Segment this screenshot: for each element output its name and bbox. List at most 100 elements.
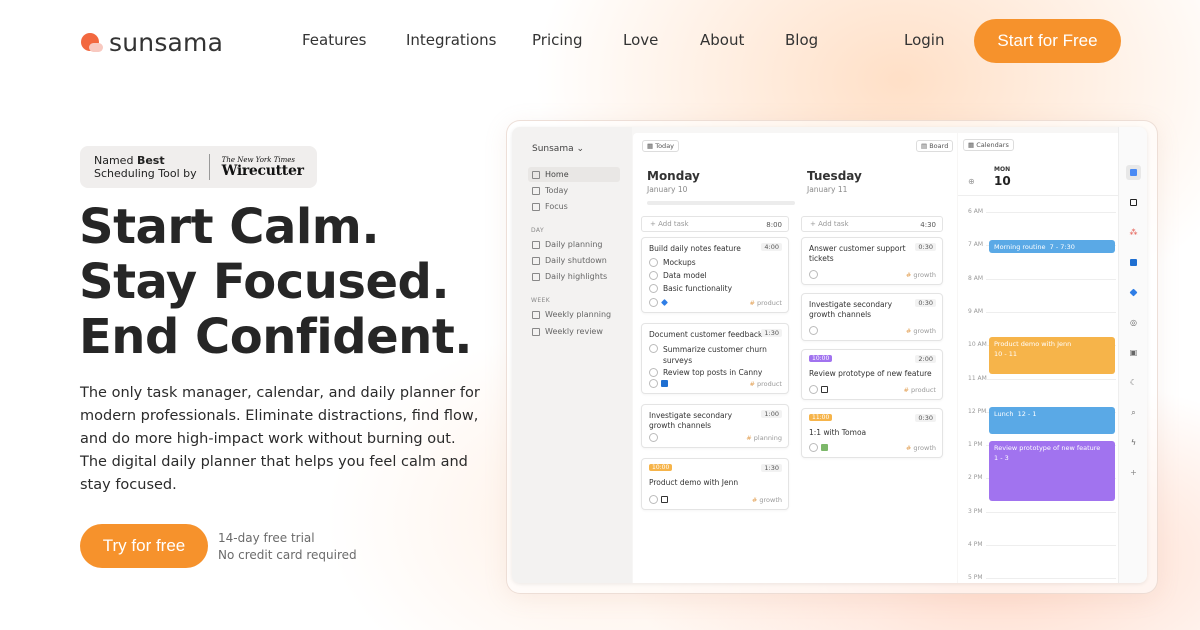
moon-icon: ☾ — [1129, 378, 1138, 387]
task-tag: # planning — [746, 434, 782, 442]
badge-line2: Scheduling Tool by — [94, 167, 197, 180]
today-chip: ▦ Today — [642, 140, 680, 152]
home-icon — [532, 170, 540, 179]
task-card: 10:00 Review prototype of new feature 2:… — [801, 349, 943, 400]
task-time: 1:30 — [761, 329, 782, 337]
board-chip: ▤ Board — [916, 140, 954, 152]
event-title: Lunch — [994, 410, 1014, 418]
task-footer — [649, 495, 668, 504]
calendar-day-label: MON — [994, 166, 1011, 173]
hero-headline: Start Calm. Stay Focused. End Confident. — [79, 200, 473, 365]
badge-divider — [208, 154, 210, 180]
task-tag: # product — [903, 386, 936, 394]
sidebar-item-daily-shutdown: Daily shutdown — [528, 253, 620, 268]
notion-icon — [1128, 197, 1139, 208]
subtask: Mockups — [649, 258, 696, 267]
notion-icon — [661, 496, 668, 503]
jira-icon — [1128, 287, 1139, 298]
check-icon — [649, 379, 658, 388]
monday-heading: Monday — [647, 169, 700, 183]
zoom-icon: ⊕ — [968, 177, 975, 186]
task-tag-label: product — [756, 380, 782, 388]
calendar-panel: ▦ Calendars MON 10 ⊕ 6 AM 7 AM 8 AM 9 AM 10 … — [958, 133, 1118, 583]
check-icon — [809, 326, 818, 335]
tuesday-heading: Tuesday — [807, 169, 862, 183]
nav-blog[interactable]: Blog — [785, 31, 818, 49]
calendar-header-divider — [958, 195, 1118, 196]
monitor-icon — [532, 202, 540, 211]
task-card: Investigate secondary growth channels 1:… — [641, 404, 789, 448]
sidebar-item-today: Today — [528, 183, 620, 198]
sidebar-item-label: Weekly review — [545, 327, 603, 336]
nav-love[interactable]: Love — [623, 31, 658, 49]
check-icon — [809, 385, 818, 394]
task-card: 10:00 Product demo with Jenn 1:30 # grow… — [641, 458, 789, 510]
workspace-label: Sunsama — [532, 144, 574, 154]
task-footer — [809, 326, 818, 335]
task-card: Investigate secondary growth channels 0:… — [801, 293, 943, 341]
login-link[interactable]: Login — [904, 31, 944, 49]
calendar-hour-line — [986, 578, 1116, 580]
task-tag-label: product — [756, 299, 782, 307]
task-tag-label: growth — [913, 271, 936, 279]
sidebar-item-focus: Focus — [528, 199, 620, 214]
task-footer — [649, 379, 668, 388]
document-icon — [532, 256, 540, 265]
badge-line1-bold: Best — [136, 154, 165, 167]
check-icon — [809, 270, 818, 279]
google-calendar-icon — [1126, 165, 1141, 180]
check-icon — [649, 433, 658, 442]
task-time: 0:30 — [915, 243, 936, 251]
jira-icon — [661, 299, 668, 306]
checkbox-icon — [649, 344, 658, 353]
calendar-hour-line — [986, 378, 1116, 380]
nav-integrations[interactable]: Integrations — [406, 31, 496, 49]
task-tag: # growth — [751, 496, 782, 504]
start-for-free-button[interactable]: Start for Free — [974, 19, 1121, 63]
nav-about[interactable]: About — [700, 31, 744, 49]
calendar-hour-line — [986, 212, 1116, 213]
task-footer — [809, 385, 828, 394]
calendar-hour-line — [986, 511, 1116, 513]
list-icon — [532, 186, 540, 195]
task-tag-label: planning — [753, 434, 782, 442]
task-footer — [649, 433, 658, 442]
sidebar-item-label: Daily highlights — [545, 272, 608, 281]
event-title: Morning routine — [994, 243, 1046, 251]
sidebar-item-daily-highlights: Daily highlights — [528, 269, 620, 284]
nav-features[interactable]: Features — [302, 31, 367, 49]
task-tag: # growth — [905, 444, 936, 452]
calendar-event: Lunch 12 - 1 — [989, 407, 1115, 434]
sidebar-section-week: WEEK — [531, 297, 551, 304]
subtask-label: Summarize customer churn surveys — [663, 345, 767, 365]
subtask-label: Data model — [663, 271, 707, 280]
task-start-time: 10:00 — [809, 355, 833, 362]
sidebar-item-weekly-planning: Weekly planning — [528, 307, 620, 322]
calendar-hour-label: 3 PM — [968, 507, 983, 515]
event-title: Review prototype of new feature — [994, 444, 1101, 452]
calendar-hour-label: 8 AM — [968, 274, 984, 282]
task-time: 1:00 — [761, 410, 782, 418]
task-footer — [649, 298, 668, 307]
sidebar-item-label: Home — [545, 170, 569, 179]
task-title: Document customer feedback — [649, 330, 763, 339]
trial-note: 14-day free trial No credit card require… — [218, 530, 357, 564]
sidebar-item-label: Today — [545, 186, 569, 195]
add-task-label: Add task — [818, 220, 849, 228]
nav-pricing[interactable]: Pricing — [532, 31, 583, 49]
tuesday-add-task: + Add task 4:30 — [801, 216, 943, 232]
monday-date: January 10 — [647, 185, 688, 194]
task-title: Build daily notes feature — [649, 244, 741, 253]
event-title: Product demo with Jenn — [994, 340, 1072, 348]
subtask: Basic functionality — [649, 284, 732, 293]
task-board: ▦ Today ▤ Board Monday January 10 Tuesda… — [633, 133, 957, 583]
task-tag-label: growth — [913, 327, 936, 335]
sunsama-logo[interactable]: sunsama — [81, 28, 223, 57]
github-icon: ◎ — [1130, 318, 1137, 327]
archive-icon: ▣ — [1129, 348, 1138, 357]
try-for-free-button[interactable]: Try for free — [80, 524, 208, 568]
calendar-hour-label: 7 AM — [968, 241, 984, 249]
subtask: Review top posts in Canny — [649, 368, 762, 377]
task-tag-label: product — [910, 386, 936, 394]
calendar-event: Product demo with Jenn 10 - 11 — [989, 337, 1115, 374]
